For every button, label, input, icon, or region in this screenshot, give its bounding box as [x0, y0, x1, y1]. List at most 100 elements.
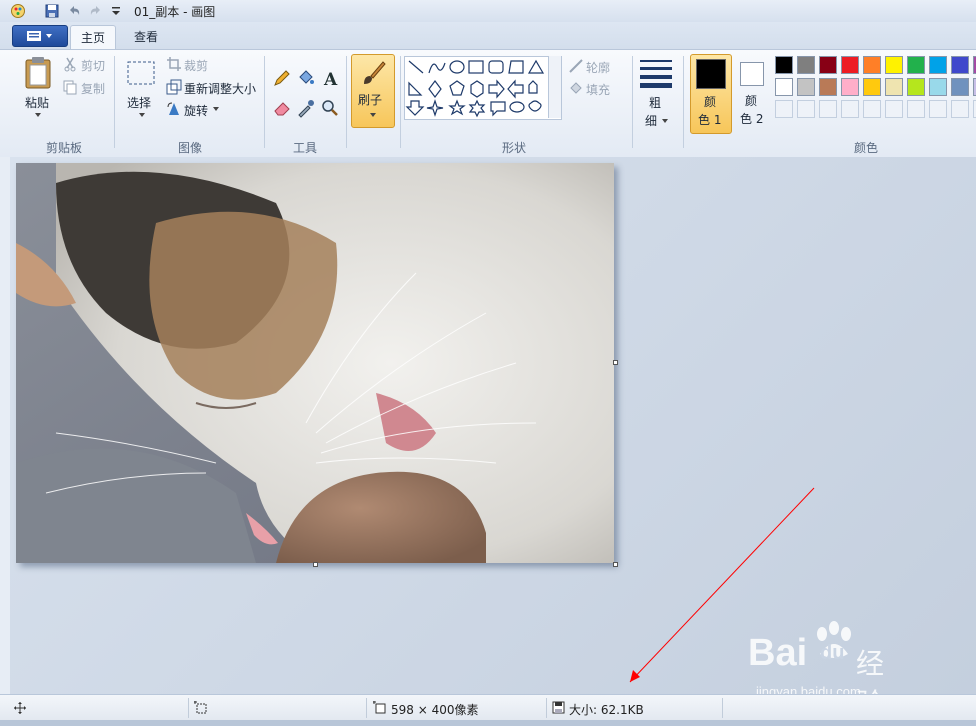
clipboard-group-label: 剪贴板 [45, 141, 82, 155]
cut-icon[interactable] [62, 56, 78, 72]
color1-label-line2: 色 1 [698, 113, 722, 127]
file-size: 大小: 62.1KB [569, 703, 644, 717]
tab-home[interactable]: 主页 [70, 25, 117, 50]
color-swatch[interactable] [951, 56, 969, 74]
image-group-label: 图像 [177, 141, 202, 155]
text-icon[interactable]: A [320, 68, 340, 88]
color-swatch[interactable] [951, 78, 969, 96]
paint-app-icon[interactable] [10, 3, 26, 19]
crop-icon[interactable] [166, 56, 182, 72]
outline-icon[interactable] [568, 58, 584, 74]
brushes-button[interactable]: 刷子 [351, 54, 395, 128]
color-swatch[interactable] [775, 78, 793, 96]
select-icon[interactable] [126, 60, 156, 86]
status-divider [366, 698, 367, 718]
paste-icon[interactable] [22, 56, 54, 90]
color-swatch[interactable] [775, 56, 793, 74]
custom-color-slot[interactable] [907, 100, 925, 118]
custom-color-slot[interactable] [929, 100, 947, 118]
undo-icon[interactable] [66, 3, 82, 19]
color-swatch[interactable] [841, 78, 859, 96]
chevron-down-icon [662, 119, 668, 123]
file-size-icon [552, 701, 565, 714]
window-bottom-edge [0, 720, 976, 726]
resize-handle-right[interactable] [613, 360, 618, 365]
fill-icon[interactable] [568, 80, 584, 96]
custom-color-slot[interactable] [863, 100, 881, 118]
color2-button[interactable]: 颜 色 2 [734, 54, 772, 132]
chevron-down-icon[interactable] [34, 112, 42, 118]
color-swatch[interactable] [929, 78, 947, 96]
custom-color-slot[interactable] [841, 100, 859, 118]
color-swatch[interactable] [885, 78, 903, 96]
color-swatch[interactable] [929, 56, 947, 74]
tools-group-label: 工具 [292, 141, 317, 155]
color-swatch[interactable] [797, 56, 815, 74]
color1-label-line1: 颜 [704, 95, 717, 109]
shapes-icon [405, 59, 545, 118]
rotate-icon[interactable] [166, 101, 182, 117]
status-bar: 598 × 400像素 大小: 62.1KB [0, 694, 976, 721]
paint-menu-button[interactable] [12, 25, 68, 47]
color-swatch[interactable] [885, 56, 903, 74]
color-swatch[interactable] [907, 78, 925, 96]
color-swatch[interactable] [841, 56, 859, 74]
divider [683, 56, 684, 148]
resize-icon[interactable] [166, 79, 182, 95]
custom-color-slot[interactable] [885, 100, 903, 118]
outline-button[interactable]: 轮廓 [586, 59, 610, 76]
color-swatch[interactable] [819, 78, 837, 96]
resize-button[interactable]: 重新调整大小 [184, 80, 256, 97]
divider [400, 56, 401, 148]
redo-icon[interactable] [88, 3, 104, 19]
custom-color-slot[interactable] [797, 100, 815, 118]
svg-text:A: A [323, 70, 338, 88]
quick-access-dropdown-icon[interactable] [108, 3, 124, 19]
menu-icon [27, 31, 52, 41]
color1-button[interactable]: 颜 色 1 [690, 54, 732, 134]
image-dimensions: 598 × 400像素 [391, 703, 479, 717]
fill-button[interactable]: 填充 [586, 81, 610, 98]
crop-button[interactable]: 裁剪 [184, 57, 208, 74]
paste-button[interactable]: 粘贴 [25, 94, 49, 111]
status-divider [722, 698, 723, 718]
resize-handle-bottom[interactable] [313, 562, 318, 567]
copy-button[interactable]: 复制 [81, 80, 105, 97]
pencil-icon[interactable] [272, 68, 292, 88]
select-button[interactable]: 选择 [127, 94, 151, 111]
ribbon: 粘贴 剪切 复制 剪贴板 选择 裁剪 重新调整大小 旋转 图像 A 工具 刷子 [0, 49, 976, 158]
color-picker-icon[interactable] [296, 98, 316, 118]
resize-handle-corner[interactable] [613, 562, 618, 567]
window-title: 01_副本 - 画图 [134, 5, 216, 19]
chevron-down-icon[interactable] [138, 112, 146, 118]
custom-color-slot[interactable] [951, 100, 969, 118]
size-button[interactable]: 粗 细 [637, 54, 675, 134]
color2-swatch [740, 62, 764, 86]
color-swatch[interactable] [907, 56, 925, 74]
save-icon[interactable] [44, 3, 60, 19]
custom-color-slot[interactable] [775, 100, 793, 118]
line-width-icon [640, 60, 672, 88]
chevron-down-icon[interactable] [212, 106, 220, 112]
copy-icon[interactable] [62, 79, 78, 95]
color-swatch[interactable] [819, 56, 837, 74]
brushes-label: 刷子 [358, 93, 383, 107]
rotate-button[interactable]: 旋转 [184, 102, 208, 119]
color2-label-line1: 颜 [745, 94, 758, 108]
eraser-icon[interactable] [272, 98, 292, 118]
cut-button[interactable]: 剪切 [81, 57, 105, 74]
color-swatch[interactable] [797, 78, 815, 96]
shapes-scrollbar[interactable] [548, 56, 561, 118]
fill-bucket-icon[interactable] [296, 68, 316, 88]
shapes-gallery[interactable] [404, 56, 562, 120]
canvas-image[interactable] [16, 163, 614, 563]
custom-color-slot[interactable] [819, 100, 837, 118]
divider [346, 56, 347, 148]
color1-swatch [696, 59, 726, 89]
cat-photo [16, 163, 614, 563]
tab-view[interactable]: 查看 [124, 25, 168, 49]
color-swatch[interactable] [863, 78, 881, 96]
status-divider [188, 698, 189, 718]
magnifier-icon[interactable] [320, 98, 340, 118]
color-swatch[interactable] [863, 56, 881, 74]
